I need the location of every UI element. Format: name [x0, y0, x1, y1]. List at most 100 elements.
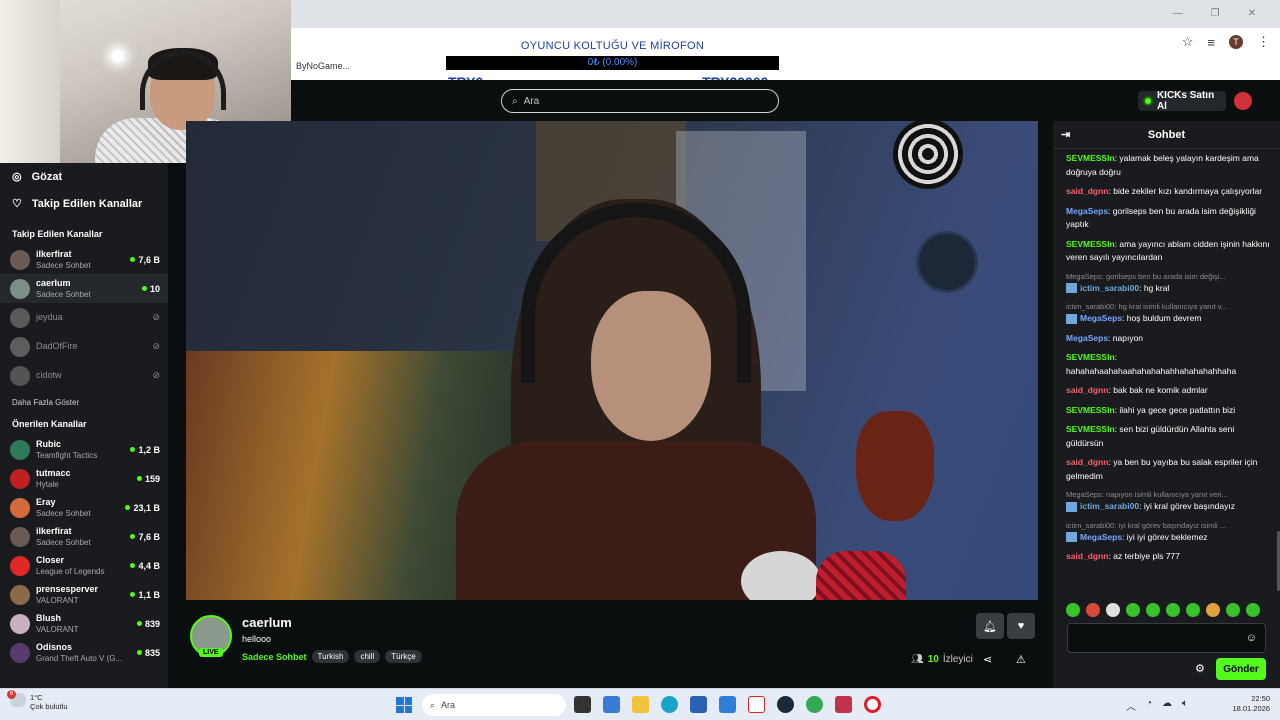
sidebar-channel-active[interactable]: caerlum Sadece Sohbet 10 [0, 274, 168, 303]
sidebar-channel-offline[interactable]: cidotw ⊘ [0, 361, 168, 390]
follow-button[interactable]: ♥ [1007, 613, 1035, 639]
show-more-link[interactable]: Daha Fazla Göster [0, 390, 168, 407]
steam-icon[interactable] [777, 696, 794, 713]
chat-message: SEVMESSIn: yalamak beleş yalayın kardeşi… [1066, 153, 1259, 177]
chat-username[interactable]: said_dgnn [1066, 457, 1109, 467]
share-icon[interactable]: ⋖ [983, 653, 992, 666]
chat-username[interactable]: said_dgnn [1066, 385, 1109, 395]
mail-icon[interactable] [719, 696, 736, 713]
chat-input[interactable] [1068, 624, 1238, 652]
reply-context[interactable]: ictim_sarabi00: hg kral isimli kullanıcı… [1066, 301, 1270, 312]
send-button[interactable]: Gönder [1216, 658, 1266, 680]
emote-icon[interactable] [1166, 603, 1180, 617]
sidebar-channel[interactable]: prensesperver VALORANT 1,1 B [0, 580, 168, 609]
emoji-picker-icon[interactable]: ☺ [1246, 632, 1257, 644]
channel-category: Sadece Sohbet [36, 260, 91, 270]
emote-icon[interactable] [1146, 603, 1160, 617]
search-input[interactable] [523, 95, 744, 107]
minimize-icon[interactable]: — [1173, 8, 1183, 19]
emote-icon[interactable] [1126, 603, 1140, 617]
chat-username[interactable]: ictim_sarabi00 [1080, 283, 1139, 293]
user-avatar[interactable] [1234, 92, 1252, 110]
chat-username[interactable]: SEVMESSIn [1066, 153, 1115, 163]
stream-category[interactable]: Sadece Sohbet [242, 652, 307, 662]
chat-username[interactable]: MegaSeps [1066, 206, 1108, 216]
network-icon[interactable]: ◔ [1146, 698, 1152, 713]
emote-icon[interactable] [1186, 603, 1200, 617]
chat-username[interactable]: MegaSeps [1080, 313, 1122, 323]
sidebar-channel-offline[interactable]: DadOfFire ⊘ [0, 332, 168, 361]
notification-button[interactable]: 🔔︎ [976, 613, 1004, 639]
reply-context[interactable]: ictim_sarabi00: iyi kral görev başındayı… [1066, 520, 1270, 531]
chat-username[interactable]: said_dgnn [1066, 551, 1109, 561]
tray-expand-icon[interactable]: ︿ [1126, 698, 1136, 713]
start-button[interactable] [396, 697, 412, 713]
chat-username[interactable]: SEVMESSIn [1066, 352, 1115, 362]
emote-icon[interactable] [1226, 603, 1240, 617]
chat-text: hoş buldum devrem [1126, 313, 1202, 323]
sidebar-channel[interactable]: Eray Sadece Sohbet 23,1 B [0, 493, 168, 522]
sidebar-channel[interactable]: tutmacc Hytale 159 [0, 464, 168, 493]
volume-icon[interactable]: 🔈︎ [1182, 698, 1188, 713]
chat-settings-icon[interactable]: ⚙ [1195, 662, 1205, 675]
chat-text: az terbiye pls 777 [1113, 551, 1180, 561]
chat-username[interactable]: ictim_sarabi00 [1080, 501, 1139, 511]
file-explorer-icon[interactable] [632, 696, 649, 713]
sidebar-channel-offline[interactable]: jeydua ⊘ [0, 303, 168, 332]
stream-tag[interactable]: Türkçe [385, 650, 422, 663]
tab-search-icon[interactable]: ≡ [1207, 35, 1215, 50]
opera-icon[interactable] [864, 696, 881, 713]
buy-kicks-button[interactable]: KICKs Satın Al [1138, 90, 1226, 112]
taskbar-search[interactable]: ⌕ Ara [422, 694, 566, 716]
sidebar-channel[interactable]: Blush VALORANT 839 [0, 609, 168, 638]
emote-icon[interactable] [1206, 603, 1220, 617]
stream-tag[interactable]: Turkish [311, 650, 350, 663]
chat-username[interactable]: SEVMESSIn [1066, 239, 1115, 249]
reply-context[interactable]: MegaSeps: napıyon isimli kullanıcıya yan… [1066, 489, 1270, 500]
video-player[interactable] [186, 121, 1038, 600]
report-icon[interactable]: ⚠ [1016, 653, 1026, 666]
chat-message: SEVMESSIn: hahahahaahahaahahahahahhahaha… [1066, 352, 1237, 376]
sidebar-channel[interactable]: ilkerfirat Sadece Sohbet 7,6 B [0, 522, 168, 551]
reply-context[interactable]: MegaSeps: gorilseps ben bu arada isim de… [1066, 271, 1270, 282]
bookmark-item[interactable]: ByNoGame... [296, 61, 350, 71]
chat-username[interactable]: SEVMESSIn [1066, 405, 1115, 415]
chat-username[interactable]: SEVMESSIn [1066, 424, 1115, 434]
stream-tag[interactable]: chill [354, 650, 381, 663]
close-icon[interactable]: ✕ [1248, 8, 1256, 19]
profile-avatar[interactable]: T [1229, 35, 1243, 49]
compass-icon: ◎ [12, 171, 22, 183]
store-icon[interactable] [690, 696, 707, 713]
cloud-sync-icon[interactable]: ☁ [1162, 698, 1172, 713]
collapse-chat-icon[interactable]: ⇥ [1061, 128, 1070, 141]
sidebar-channel[interactable]: Closer League of Legends 4,4 B [0, 551, 168, 580]
maximize-icon[interactable]: ❐ [1211, 8, 1220, 19]
streamer-name[interactable]: caerlum [242, 615, 292, 630]
chat-input-box[interactable]: ☺ [1067, 623, 1266, 653]
chat-username[interactable]: MegaSeps [1066, 333, 1108, 343]
offline-icon: ⊘ [152, 370, 160, 380]
clock-time: 22:50 [1251, 694, 1270, 703]
widgets-icon[interactable] [603, 696, 620, 713]
emote-icon[interactable] [1246, 603, 1260, 617]
nav-following[interactable]: ♡ Takip Edilen Kanallar [0, 190, 168, 217]
sidebar-channel[interactable]: Rubic Teamfight Tactics 1,2 B [0, 435, 168, 464]
edge-icon[interactable] [661, 696, 678, 713]
sidebar-channel[interactable]: ilkerfirat Sadece Sohbet 7,6 B [0, 245, 168, 274]
search-bar[interactable]: ⌕ [501, 89, 779, 113]
chat-username[interactable]: MegaSeps [1080, 532, 1122, 542]
weather-widget[interactable]: 6 1°C Çok bulutlu [7, 690, 68, 711]
yandex-icon[interactable] [748, 696, 765, 713]
app-icon[interactable] [835, 696, 852, 713]
emote-icon[interactable] [1066, 603, 1080, 617]
emote-icon[interactable] [1106, 603, 1120, 617]
chrome-icon[interactable] [806, 696, 823, 713]
sidebar-channel[interactable]: Odisnos Grand Theft Auto V (G... 835 [0, 638, 168, 667]
task-view-icon[interactable] [574, 696, 591, 713]
chat-username[interactable]: said_dgnn [1066, 186, 1109, 196]
nav-browse[interactable]: ◎ Gözat [0, 163, 168, 190]
emote-icon[interactable] [1086, 603, 1100, 617]
more-menu-icon[interactable]: ⋮ [1257, 34, 1270, 50]
bookmark-star-icon[interactable]: ☆ [1182, 34, 1194, 50]
clock[interactable]: 22:50 18.01.2026 [1230, 694, 1270, 714]
